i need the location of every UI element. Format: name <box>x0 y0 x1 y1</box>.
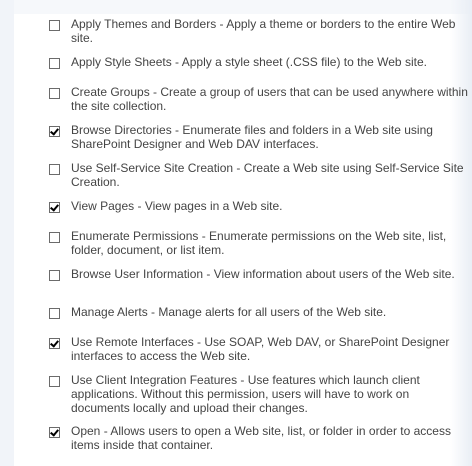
permission-open[interactable]: Open - Allows users to open a Web site, … <box>49 424 472 462</box>
checkbox[interactable] <box>49 427 60 438</box>
checkbox[interactable] <box>49 308 60 319</box>
permission-label: Enumerate Permissions - Enumerate permis… <box>71 229 447 257</box>
checkbox[interactable] <box>49 202 60 213</box>
permissions-list: Apply Themes and Borders - Apply a theme… <box>49 17 472 462</box>
checkbox[interactable] <box>49 58 60 69</box>
permission-browse-directories[interactable]: Browse Directories - Enumerate files and… <box>49 123 472 161</box>
permission-use-client-integration-features[interactable]: Use Client Integration Features - Use fe… <box>49 373 472 424</box>
permission-use-remote-interfaces[interactable]: Use Remote Interfaces - Use SOAP, Web DA… <box>49 335 472 373</box>
permission-label: Open - Allows users to open a Web site, … <box>71 424 451 452</box>
permission-label: Use Client Integration Features - Use fe… <box>71 373 420 415</box>
permission-apply-themes-and-borders[interactable]: Apply Themes and Borders - Apply a theme… <box>49 17 472 55</box>
permission-apply-style-sheets[interactable]: Apply Style Sheets - Apply a style sheet… <box>49 55 472 85</box>
checkbox[interactable] <box>49 164 60 175</box>
permission-view-pages[interactable]: View Pages - View pages in a Web site. <box>49 199 472 229</box>
checkbox[interactable] <box>49 126 60 137</box>
permission-label: View Pages - View pages in a Web site. <box>71 199 283 213</box>
permission-label: Browse Directories - Enumerate files and… <box>71 123 433 151</box>
permission-create-groups[interactable]: Create Groups - Create a group of users … <box>49 85 472 123</box>
permission-manage-alerts[interactable]: Manage Alerts - Manage alerts for all us… <box>49 305 472 335</box>
checkbox[interactable] <box>49 270 60 281</box>
checkbox[interactable] <box>49 88 60 99</box>
permission-label: Manage Alerts - Manage alerts for all us… <box>71 305 387 319</box>
checkbox[interactable] <box>49 232 60 243</box>
left-rail <box>0 0 14 466</box>
checkbox[interactable] <box>49 20 60 31</box>
permission-label: Apply Themes and Borders - Apply a theme… <box>71 17 456 45</box>
permission-enumerate-permissions[interactable]: Enumerate Permissions - Enumerate permis… <box>49 229 472 267</box>
checkbox[interactable] <box>49 338 60 349</box>
permission-browse-user-information[interactable]: Browse User Information - View informati… <box>49 267 472 305</box>
permission-label: Use Self-Service Site Creation - Create … <box>71 161 464 189</box>
checkbox[interactable] <box>49 376 60 387</box>
permission-label: Use Remote Interfaces - Use SOAP, Web DA… <box>71 335 450 363</box>
permission-label: Browse User Information - View informati… <box>71 267 455 281</box>
permission-label: Apply Style Sheets - Apply a style sheet… <box>71 55 427 69</box>
permission-use-self-service-site-creation[interactable]: Use Self-Service Site Creation - Create … <box>49 161 472 199</box>
top-band <box>14 0 472 14</box>
permission-label: Create Groups - Create a group of users … <box>71 85 468 113</box>
